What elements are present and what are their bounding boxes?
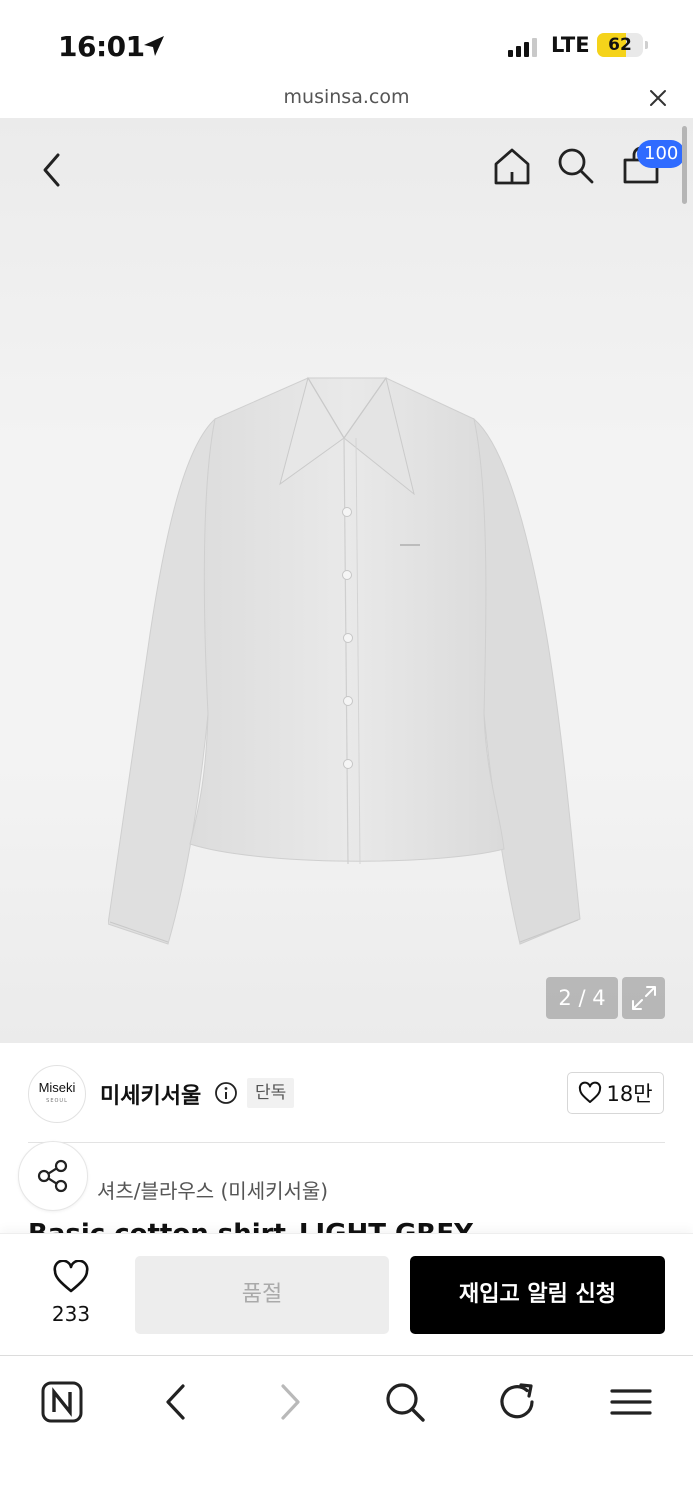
back-icon[interactable] xyxy=(38,150,64,190)
network-label: LTE xyxy=(551,33,590,57)
brand-logo-text: Miseki xyxy=(38,1080,76,1095)
brand-like-button[interactable]: 18만 xyxy=(567,1072,664,1114)
browser-toolbar xyxy=(0,1355,693,1500)
cart-count-badge[interactable]: 100 xyxy=(637,140,686,168)
expand-icon xyxy=(631,986,656,1010)
purchase-bar: 233 품절 재입고 알림 신청 xyxy=(0,1233,693,1355)
naver-icon[interactable] xyxy=(40,1380,84,1424)
back-icon[interactable] xyxy=(160,1380,190,1424)
battery-icon: 62 xyxy=(597,33,643,57)
image-counter: 2 / 4 xyxy=(546,977,618,1019)
like-count: 233 xyxy=(51,1302,91,1326)
search-icon[interactable] xyxy=(556,146,596,186)
share-icon xyxy=(37,1159,68,1193)
forward-icon[interactable] xyxy=(276,1380,306,1424)
heart-icon xyxy=(579,1081,602,1103)
brand-logo-subtext: SEOUL xyxy=(46,1098,68,1104)
menu-icon[interactable] xyxy=(609,1380,653,1424)
scrollbar[interactable] xyxy=(682,126,687,204)
status-bar: 16:01 LTE 62 xyxy=(0,0,693,88)
expand-button[interactable] xyxy=(622,977,665,1019)
heart-icon[interactable] xyxy=(52,1260,90,1294)
home-icon[interactable] xyxy=(492,146,532,186)
restock-alert-button[interactable]: 재입고 알림 신청 xyxy=(410,1256,665,1334)
brand-name[interactable]: 미세키서울 xyxy=(100,1078,201,1110)
info-icon[interactable] xyxy=(214,1081,238,1105)
url-bar[interactable]: musinsa.com xyxy=(0,80,693,118)
location-arrow-icon xyxy=(144,36,164,56)
brand-like-count: 18만 xyxy=(606,1082,653,1106)
brand-section: Miseki SEOUL 미세키서울 단독 18만 셔츠/블라우스 (미세키서울… xyxy=(0,1043,693,1249)
product-image xyxy=(108,376,581,945)
product-gallery[interactable]: 100 2 / 4 xyxy=(0,118,693,1043)
share-button[interactable] xyxy=(18,1141,88,1211)
product-category[interactable]: 셔츠/블라우스 (미세키서울) xyxy=(97,1175,328,1204)
exclusive-tag: 단독 xyxy=(247,1078,295,1108)
status-time: 16:01 xyxy=(58,30,145,63)
battery-nub xyxy=(645,41,648,49)
search-icon[interactable] xyxy=(383,1380,427,1424)
url-text[interactable]: musinsa.com xyxy=(0,86,693,108)
close-icon[interactable] xyxy=(648,88,668,108)
divider xyxy=(28,1142,665,1143)
brand-logo[interactable]: Miseki SEOUL xyxy=(28,1065,86,1123)
sold-out-button: 품절 xyxy=(135,1256,389,1334)
battery-percent: 62 xyxy=(608,35,632,55)
reload-icon[interactable] xyxy=(497,1380,539,1424)
signal-icon xyxy=(508,37,537,57)
